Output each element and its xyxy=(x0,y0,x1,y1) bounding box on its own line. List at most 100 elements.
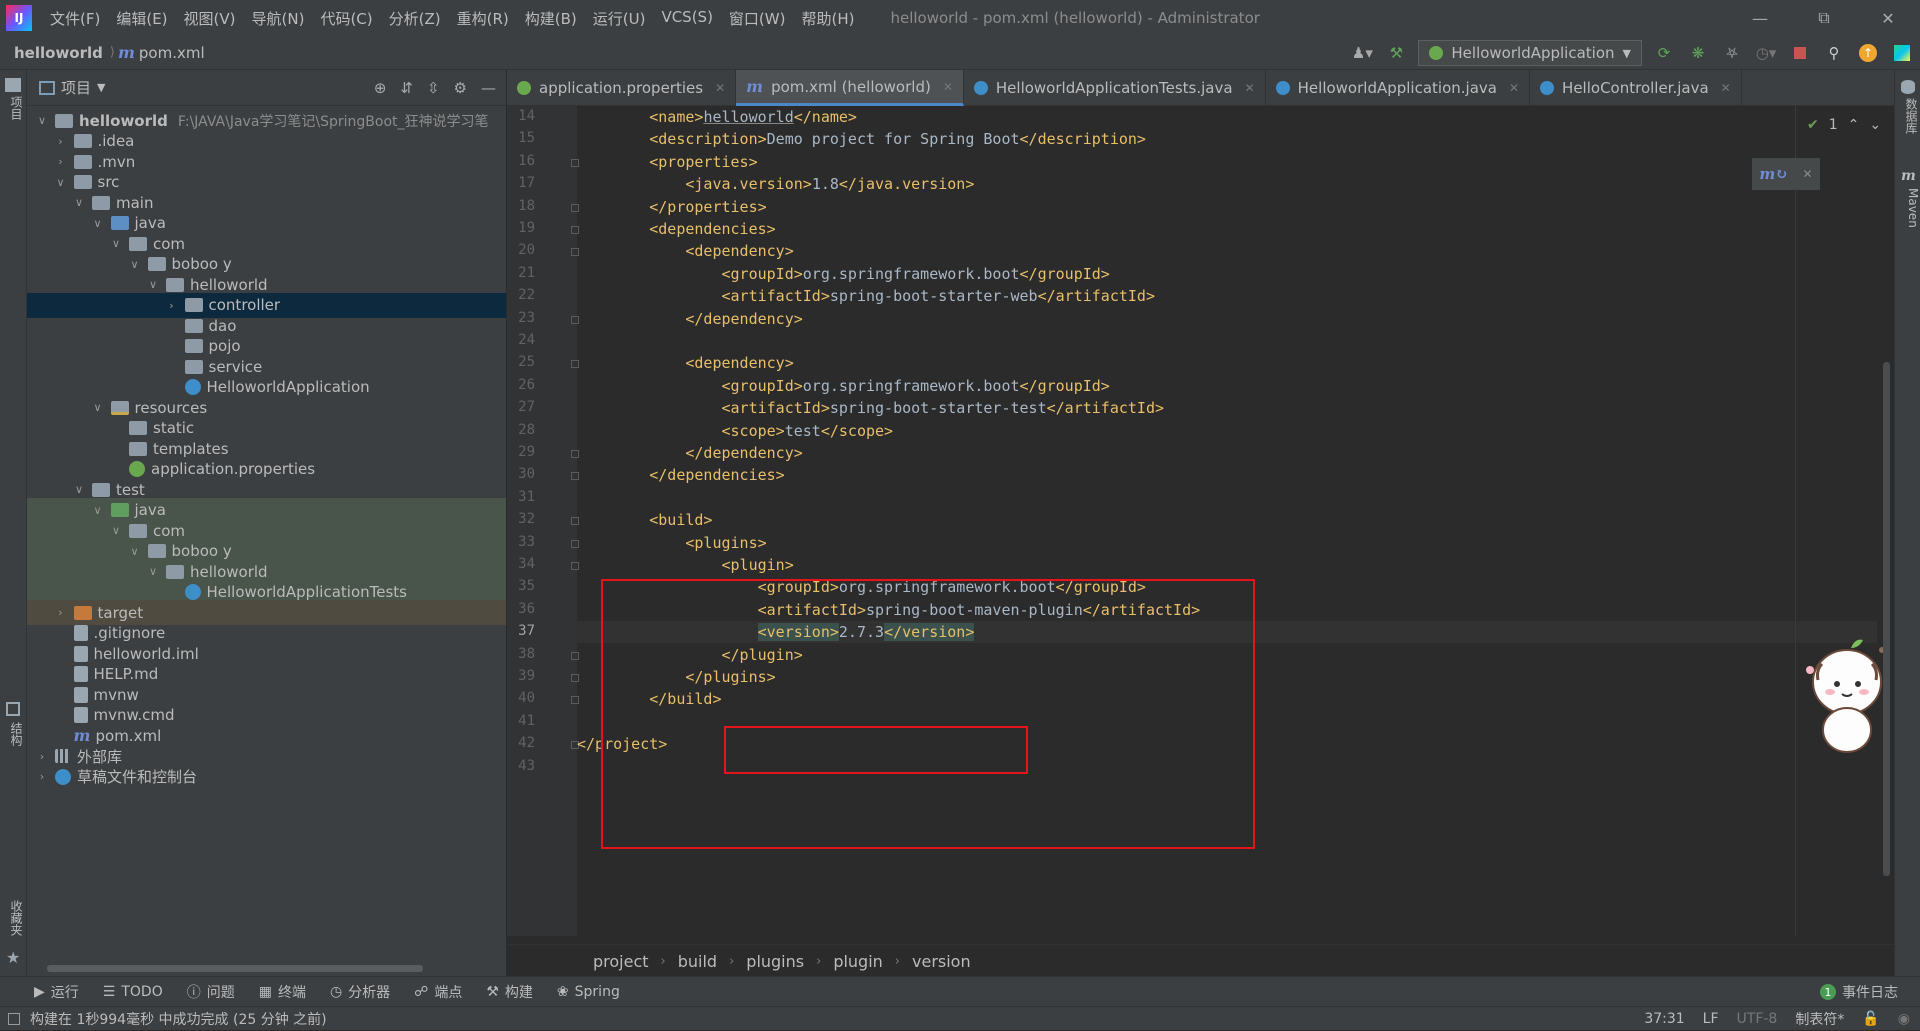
chevron-down-icon[interactable]: ∨ xyxy=(146,278,160,291)
chevron-down-icon[interactable]: ∨ xyxy=(128,258,142,271)
chevron-down-icon[interactable]: ∨ xyxy=(72,483,86,496)
chevron-down-icon[interactable]: ∨ xyxy=(91,217,105,230)
update-icon[interactable]: ↑ xyxy=(1856,41,1880,65)
menu-vcs[interactable]: VCS(S) xyxy=(653,8,720,29)
close-tab-icon[interactable]: ✕ xyxy=(1721,81,1731,95)
run-tool[interactable]: ▶ 运行 xyxy=(22,982,91,1002)
breadcrumb-item[interactable]: plugins xyxy=(746,952,804,971)
line-separator[interactable]: LF xyxy=(1703,1011,1719,1027)
project-tool-icon[interactable] xyxy=(5,78,21,92)
jetbrains-toolbox-icon[interactable] xyxy=(1890,41,1914,65)
notifications-icon[interactable]: ◉ xyxy=(1898,1011,1910,1027)
menu-view[interactable]: 视图(V) xyxy=(176,8,244,29)
minimize-icon[interactable]: — xyxy=(1728,0,1792,36)
inspection-widget[interactable]: ✔ 1 ⌃ ⌄ xyxy=(1807,117,1881,133)
collapse-all-icon[interactable]: ⇳ xyxy=(427,79,440,97)
profiler-tool[interactable]: ◷ 分析器 xyxy=(318,982,402,1002)
menu-analyze[interactable]: 分析(Z) xyxy=(381,8,449,29)
close-window-icon[interactable]: ✕ xyxy=(1856,0,1920,36)
vertical-scrollbar[interactable] xyxy=(1883,362,1890,876)
editor-tab[interactable]: HelloworldApplication.java ✕ xyxy=(1266,70,1531,106)
build-tool[interactable]: ⚒ 构建 xyxy=(474,982,545,1002)
chevron-right-icon[interactable]: › xyxy=(35,750,49,763)
menu-file[interactable]: 文件(F) xyxy=(42,8,108,29)
horizontal-scrollbar[interactable] xyxy=(47,965,423,972)
chevron-down-icon[interactable]: ∨ xyxy=(146,565,160,578)
database-tool-tab[interactable]: 数据库 xyxy=(1898,98,1920,134)
breadcrumb-item[interactable]: version xyxy=(912,952,971,971)
expand-all-icon[interactable]: ⇵ xyxy=(400,79,413,97)
editor-tab[interactable]: m pom.xml (helloworld) ✕ xyxy=(736,70,964,106)
chevron-down-icon[interactable]: ∨ xyxy=(91,401,105,414)
todo-tool[interactable]: ☰ TODO xyxy=(91,984,175,1000)
file-encoding[interactable]: UTF-8 xyxy=(1737,1011,1778,1027)
star-icon[interactable]: ★ xyxy=(6,948,20,967)
menu-build[interactable]: 构建(B) xyxy=(517,8,585,29)
terminal-tool[interactable]: ▦ 终端 xyxy=(247,982,318,1002)
close-tab-icon[interactable]: ✕ xyxy=(1509,81,1519,95)
lock-icon[interactable]: 🔓 xyxy=(1862,1011,1879,1027)
gear-icon[interactable]: ⚙ xyxy=(454,79,467,97)
stop-icon[interactable] xyxy=(1788,41,1812,65)
hide-panel-icon[interactable]: — xyxy=(481,79,496,97)
maven-reload-icon[interactable]: m↻ xyxy=(1759,165,1787,183)
problems-tool[interactable]: ⓘ 问题 xyxy=(175,982,247,1002)
endpoints-tool[interactable]: ☍ 端点 xyxy=(402,982,474,1002)
chevron-down-icon[interactable]: ∨ xyxy=(54,176,68,189)
event-log-tool[interactable]: 1 事件日志 xyxy=(1820,977,1898,1007)
nav-file[interactable]: pom.xml xyxy=(135,44,209,62)
user-icon[interactable]: ♟▾ xyxy=(1350,41,1374,65)
structure-icon[interactable] xyxy=(6,702,20,716)
chevron-right-icon[interactable]: › xyxy=(54,155,68,168)
locate-icon[interactable]: ⊕ xyxy=(374,79,387,97)
editor-tab[interactable]: application.properties ✕ xyxy=(507,70,737,106)
debug-bug-icon[interactable]: ❋ xyxy=(1686,41,1710,65)
structure-tool-tab[interactable]: 结构 xyxy=(3,722,25,746)
database-icon[interactable] xyxy=(1901,80,1915,94)
chevron-right-icon[interactable]: › xyxy=(54,606,68,619)
menu-code[interactable]: 代码(C) xyxy=(312,8,380,29)
restore-icon[interactable]: ⧉ xyxy=(1792,0,1856,36)
run-configuration-select[interactable]: HelloworldApplication ▼ xyxy=(1418,40,1642,66)
maven-tool-icon[interactable]: m xyxy=(1901,168,1916,184)
chevron-down-icon[interactable]: ∨ xyxy=(109,524,123,537)
close-icon[interactable]: ✕ xyxy=(1803,167,1813,181)
chevron-right-icon[interactable]: › xyxy=(165,299,179,312)
indent-setting[interactable]: 制表符* xyxy=(1795,1009,1844,1029)
profile-icon[interactable]: ◷▾ xyxy=(1754,41,1778,65)
chevron-right-icon[interactable]: › xyxy=(35,770,49,783)
chevron-down-icon[interactable]: ∨ xyxy=(35,114,49,127)
build-hammer-icon[interactable]: ⚒ xyxy=(1384,41,1408,65)
caret-position[interactable]: 37:31 xyxy=(1644,1011,1684,1027)
coverage-icon[interactable]: ⛧ xyxy=(1720,41,1744,65)
menu-window[interactable]: 窗口(W) xyxy=(721,8,794,29)
project-tool-tab[interactable]: 项目 xyxy=(3,96,25,120)
favorites-tool-tab[interactable]: 收藏夹 xyxy=(3,900,25,936)
maven-tool-tab[interactable]: Maven xyxy=(1898,188,1920,228)
editor-tab[interactable]: HelloController.java ✕ xyxy=(1530,70,1742,106)
menu-run[interactable]: 运行(U) xyxy=(585,8,654,29)
chevron-down-icon[interactable]: ∨ xyxy=(91,504,105,517)
close-tab-icon[interactable]: ✕ xyxy=(715,81,725,95)
chevron-up-icon[interactable]: ⌃ xyxy=(1848,117,1860,133)
toggle-tool-windows-icon[interactable] xyxy=(8,1012,20,1025)
close-tab-icon[interactable]: ✕ xyxy=(943,80,953,94)
breadcrumb-item[interactable]: plugin xyxy=(833,952,882,971)
chevron-down-icon[interactable]: ∨ xyxy=(109,237,123,250)
project-view-select[interactable]: 项目 ▼ xyxy=(39,77,105,98)
menu-edit[interactable]: 编辑(E) xyxy=(108,8,175,29)
menu-help[interactable]: 帮助(H) xyxy=(793,8,862,29)
close-tab-icon[interactable]: ✕ xyxy=(1245,81,1255,95)
search-icon[interactable]: ⚲ xyxy=(1822,41,1846,65)
status-message[interactable]: 构建在 1秒994毫秒 中成功完成 (25 分钟 之前) xyxy=(30,1009,327,1029)
chevron-right-icon[interactable]: › xyxy=(54,135,68,148)
spring-tool[interactable]: ❀ Spring xyxy=(545,984,632,1000)
tree-item[interactable]: › 草稿文件和控制台 xyxy=(27,764,506,789)
chevron-down-icon[interactable]: ∨ xyxy=(72,196,86,209)
menu-navigate[interactable]: 导航(N) xyxy=(244,8,313,29)
nav-project[interactable]: helloworld xyxy=(10,44,107,62)
breadcrumb-item[interactable]: project xyxy=(593,952,649,971)
chevron-down-icon[interactable]: ∨ xyxy=(128,545,142,558)
chevron-down-icon[interactable]: ⌄ xyxy=(1869,117,1881,133)
rerun-icon[interactable]: ⟳ xyxy=(1652,41,1676,65)
